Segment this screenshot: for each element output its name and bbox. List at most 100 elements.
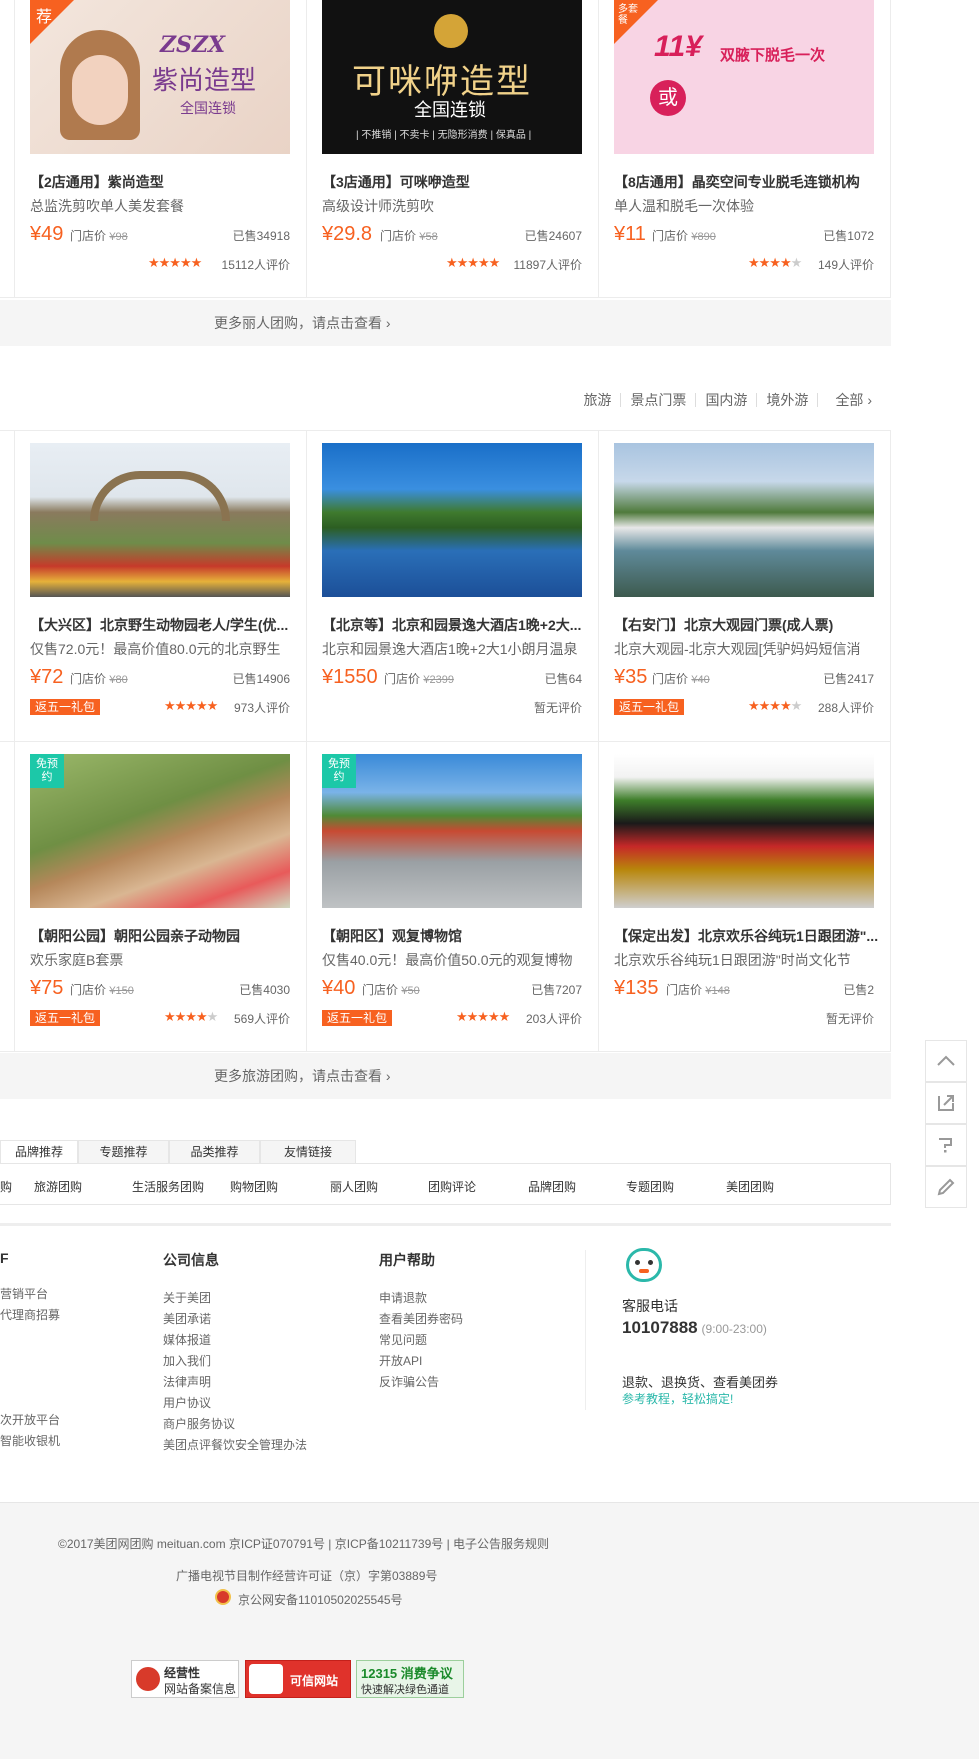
- link-item[interactable]: 购: [0, 1178, 12, 1195]
- service-help-text: 退款、退换货、查看美团券: [622, 1375, 779, 1390]
- nav-domestic[interactable]: 国内游: [696, 393, 758, 407]
- footer-link[interactable]: 加入我们: [163, 1351, 333, 1372]
- tab-friend-links[interactable]: 友情链接: [260, 1140, 356, 1164]
- review-count[interactable]: 149人评价: [818, 256, 874, 273]
- footer-link[interactable]: 开放API: [379, 1351, 529, 1372]
- link-item[interactable]: 生活服务团购: [132, 1178, 204, 1195]
- link-item[interactable]: 美团团购: [726, 1178, 774, 1195]
- footer-link[interactable]: 代理商招募: [0, 1305, 120, 1326]
- nav-overseas[interactable]: 境外游: [757, 393, 819, 407]
- chevron-up-icon: [937, 1055, 955, 1066]
- footer-link[interactable]: 常见问题: [379, 1330, 529, 1351]
- deal-card[interactable]: 【北京等】北京和园景逸大酒店1晚+2大... 北京和园景逸大酒店1晚+2大1小朗…: [306, 431, 598, 743]
- deal-image[interactable]: 免预约: [30, 754, 290, 908]
- tab-brand[interactable]: 品牌推荐: [0, 1140, 78, 1164]
- deal-title[interactable]: 【8店通用】晶奕空间专业脱毛连锁机构: [614, 172, 884, 192]
- link-item[interactable]: 购物团购: [230, 1178, 278, 1195]
- rating-line: 暂无评价: [614, 1010, 874, 1026]
- deal-image[interactable]: [614, 754, 874, 908]
- deal-card[interactable]: 免预约 【朝阳区】观复博物馆 仅售40.0元！最高价值50.0元的观复博物 ¥4…: [306, 742, 598, 1052]
- link-item[interactable]: 品牌团购: [528, 1178, 576, 1195]
- store-price: 门店价 ¥50: [362, 983, 420, 997]
- deal-card[interactable]: 【保定出发】北京欢乐谷纯玩1日跟团游"... 北京欢乐谷纯玩1日跟团游"时尚文化…: [598, 742, 890, 1052]
- record-badge[interactable]: 经营性 网站备案信息: [131, 1660, 239, 1698]
- deal-title[interactable]: 【朝阳区】观复博物馆: [322, 926, 592, 946]
- review-count[interactable]: 11897人评价: [514, 256, 582, 273]
- deal-card[interactable]: 可咪咿造型 全国连锁 | 不推销 | 不卖卡 | 无隐形消费 | 保真品 | 【…: [306, 0, 598, 298]
- footer-link[interactable]: 媒体报道: [163, 1330, 333, 1351]
- more-travel-link[interactable]: 更多旅游团购，请点击查看 ›: [0, 1053, 891, 1099]
- deal-title[interactable]: 【2店通用】紫尚造型: [30, 172, 300, 192]
- deal-image[interactable]: [322, 443, 582, 597]
- deal-image[interactable]: 可咪咿造型 全国连锁 | 不推销 | 不卖卡 | 无隐形消费 | 保真品 |: [322, 0, 582, 154]
- deal-image[interactable]: 免预约: [322, 754, 582, 908]
- footer-link[interactable]: 营销平台: [0, 1284, 120, 1305]
- gift-badge: 返五一礼包: [614, 699, 685, 715]
- trusted-site-badge[interactable]: 可信网站: [245, 1660, 351, 1698]
- link-item[interactable]: 旅游团购: [34, 1178, 82, 1195]
- deal-card[interactable]: ZSZX 紫尚造型 全国连锁 荐 【2店通用】紫尚造型 总监洗剪吹单人美发套餐 …: [14, 0, 306, 298]
- footer-link[interactable]: 法律声明: [163, 1372, 333, 1393]
- nav-tickets[interactable]: 景点门票: [621, 393, 697, 407]
- tab-category[interactable]: 品类推荐: [169, 1140, 260, 1164]
- deal-card[interactable]: 免预约 【朝阳公园】朝阳公园亲子动物园 欢乐家庭B套票 ¥75 门店价 ¥150…: [14, 742, 306, 1052]
- footer-link[interactable]: 查看美团券密码: [379, 1309, 529, 1330]
- nav-all[interactable]: 全部 ›: [826, 393, 881, 407]
- footer-link[interactable]: 关于美团: [163, 1288, 333, 1309]
- footer-link[interactable]: 次开放平台: [0, 1410, 120, 1431]
- deal-row-travel-2: 免预约 【朝阳公园】朝阳公园亲子动物园 欢乐家庭B套票 ¥75 门店价 ¥150…: [0, 742, 891, 1052]
- deal-title[interactable]: 【朝阳公园】朝阳公园亲子动物园: [30, 926, 300, 946]
- question-icon: [939, 1138, 952, 1153]
- footer-link[interactable]: 申请退款: [379, 1288, 529, 1309]
- help-button[interactable]: [925, 1124, 967, 1166]
- link-item[interactable]: 团购评论: [428, 1178, 476, 1195]
- badge-free-booking-label: 免预约: [36, 758, 58, 783]
- consumer-dispute-badge[interactable]: 12315 消费争议 快速解决绿色通道: [356, 1660, 464, 1698]
- deal-title[interactable]: 【保定出发】北京欢乐谷纯玩1日跟团游"...: [614, 926, 884, 946]
- feedback-button[interactable]: [925, 1082, 967, 1124]
- link-item[interactable]: 专题团购: [626, 1178, 674, 1195]
- more-travel-label[interactable]: 更多旅游团购，请点击查看 ›: [214, 1053, 391, 1099]
- deal-card[interactable]: 【右安门】北京大观园门票(成人票) 北京大观园-北京大观园[凭驴妈妈短信消 ¥3…: [598, 431, 890, 743]
- deal-card[interactable]: 11¥ 双腋下脱毛一次 或 多套餐 【8店通用】晶奕空间专业脱毛连锁机构 单人温…: [598, 0, 890, 298]
- deal-title[interactable]: 【北京等】北京和园景逸大酒店1晚+2大...: [322, 615, 592, 635]
- deal-image[interactable]: [30, 443, 290, 597]
- more-beauty-link[interactable]: 更多丽人团购，请点击查看 ›: [0, 300, 891, 346]
- more-beauty-label[interactable]: 更多丽人团购，请点击查看 ›: [214, 300, 391, 346]
- record-badge-title: 经营性: [164, 1666, 201, 1680]
- deal-price: ¥40: [322, 977, 356, 999]
- review-count[interactable]: 15112人评价: [222, 256, 290, 273]
- store-price: 门店价 ¥40: [652, 672, 710, 686]
- footer-link[interactable]: 智能收银机: [0, 1431, 120, 1452]
- price-line: ¥72 门店价 ¥80 已售14906: [30, 665, 290, 689]
- link-item[interactable]: 丽人团购: [330, 1178, 378, 1195]
- police-record-line[interactable]: 京公网安备11010502025545号: [238, 1591, 403, 1608]
- sold-count: 已售64: [544, 672, 582, 686]
- review-count[interactable]: 569人评价: [234, 1010, 290, 1027]
- back-to-top-button[interactable]: [925, 1040, 967, 1082]
- footer-link[interactable]: 反诈骗公告: [379, 1372, 529, 1393]
- zoo-gate-shape: [90, 471, 230, 521]
- deal-title[interactable]: 【大兴区】北京野生动物园老人/学生(优...: [30, 615, 300, 635]
- deal-title[interactable]: 【右安门】北京大观园门票(成人票): [614, 615, 884, 635]
- deal-subtitle: 仅售40.0元！最高价值50.0元的观复博物: [322, 952, 573, 968]
- nav-travel[interactable]: 旅游: [574, 393, 622, 407]
- service-help-link[interactable]: 参考教程，轻松搞定!: [622, 1390, 733, 1407]
- review-count[interactable]: 973人评价: [234, 699, 290, 716]
- review-count[interactable]: 203人评价: [526, 1010, 582, 1027]
- footer-link[interactable]: 美团点评餐饮安全管理办法: [163, 1435, 333, 1456]
- deal-image[interactable]: ZSZX 紫尚造型 全国连锁 荐: [30, 0, 290, 154]
- deal-title[interactable]: 【3店通用】可咪咿造型: [322, 172, 592, 192]
- deal-card[interactable]: 【大兴区】北京野生动物园老人/学生(优... 仅售72.0元！最高价值80.0元…: [14, 431, 306, 743]
- rating-stars: ★★★★★: [748, 698, 802, 713]
- review-count[interactable]: 288人评价: [818, 699, 874, 716]
- tab-topic[interactable]: 专题推荐: [78, 1140, 169, 1164]
- footer-link[interactable]: 美团承诺: [163, 1309, 333, 1330]
- deal-image[interactable]: 11¥ 双腋下脱毛一次 或 多套餐: [614, 0, 874, 154]
- footer-link[interactable]: 商户服务协议: [163, 1414, 333, 1435]
- deal-image[interactable]: [614, 443, 874, 597]
- deal-subtitle: 高级设计师洗剪吹: [322, 198, 434, 214]
- store-price: 门店价 ¥148: [666, 983, 730, 997]
- footer-link[interactable]: 用户协议: [163, 1393, 333, 1414]
- edit-button[interactable]: [925, 1166, 967, 1208]
